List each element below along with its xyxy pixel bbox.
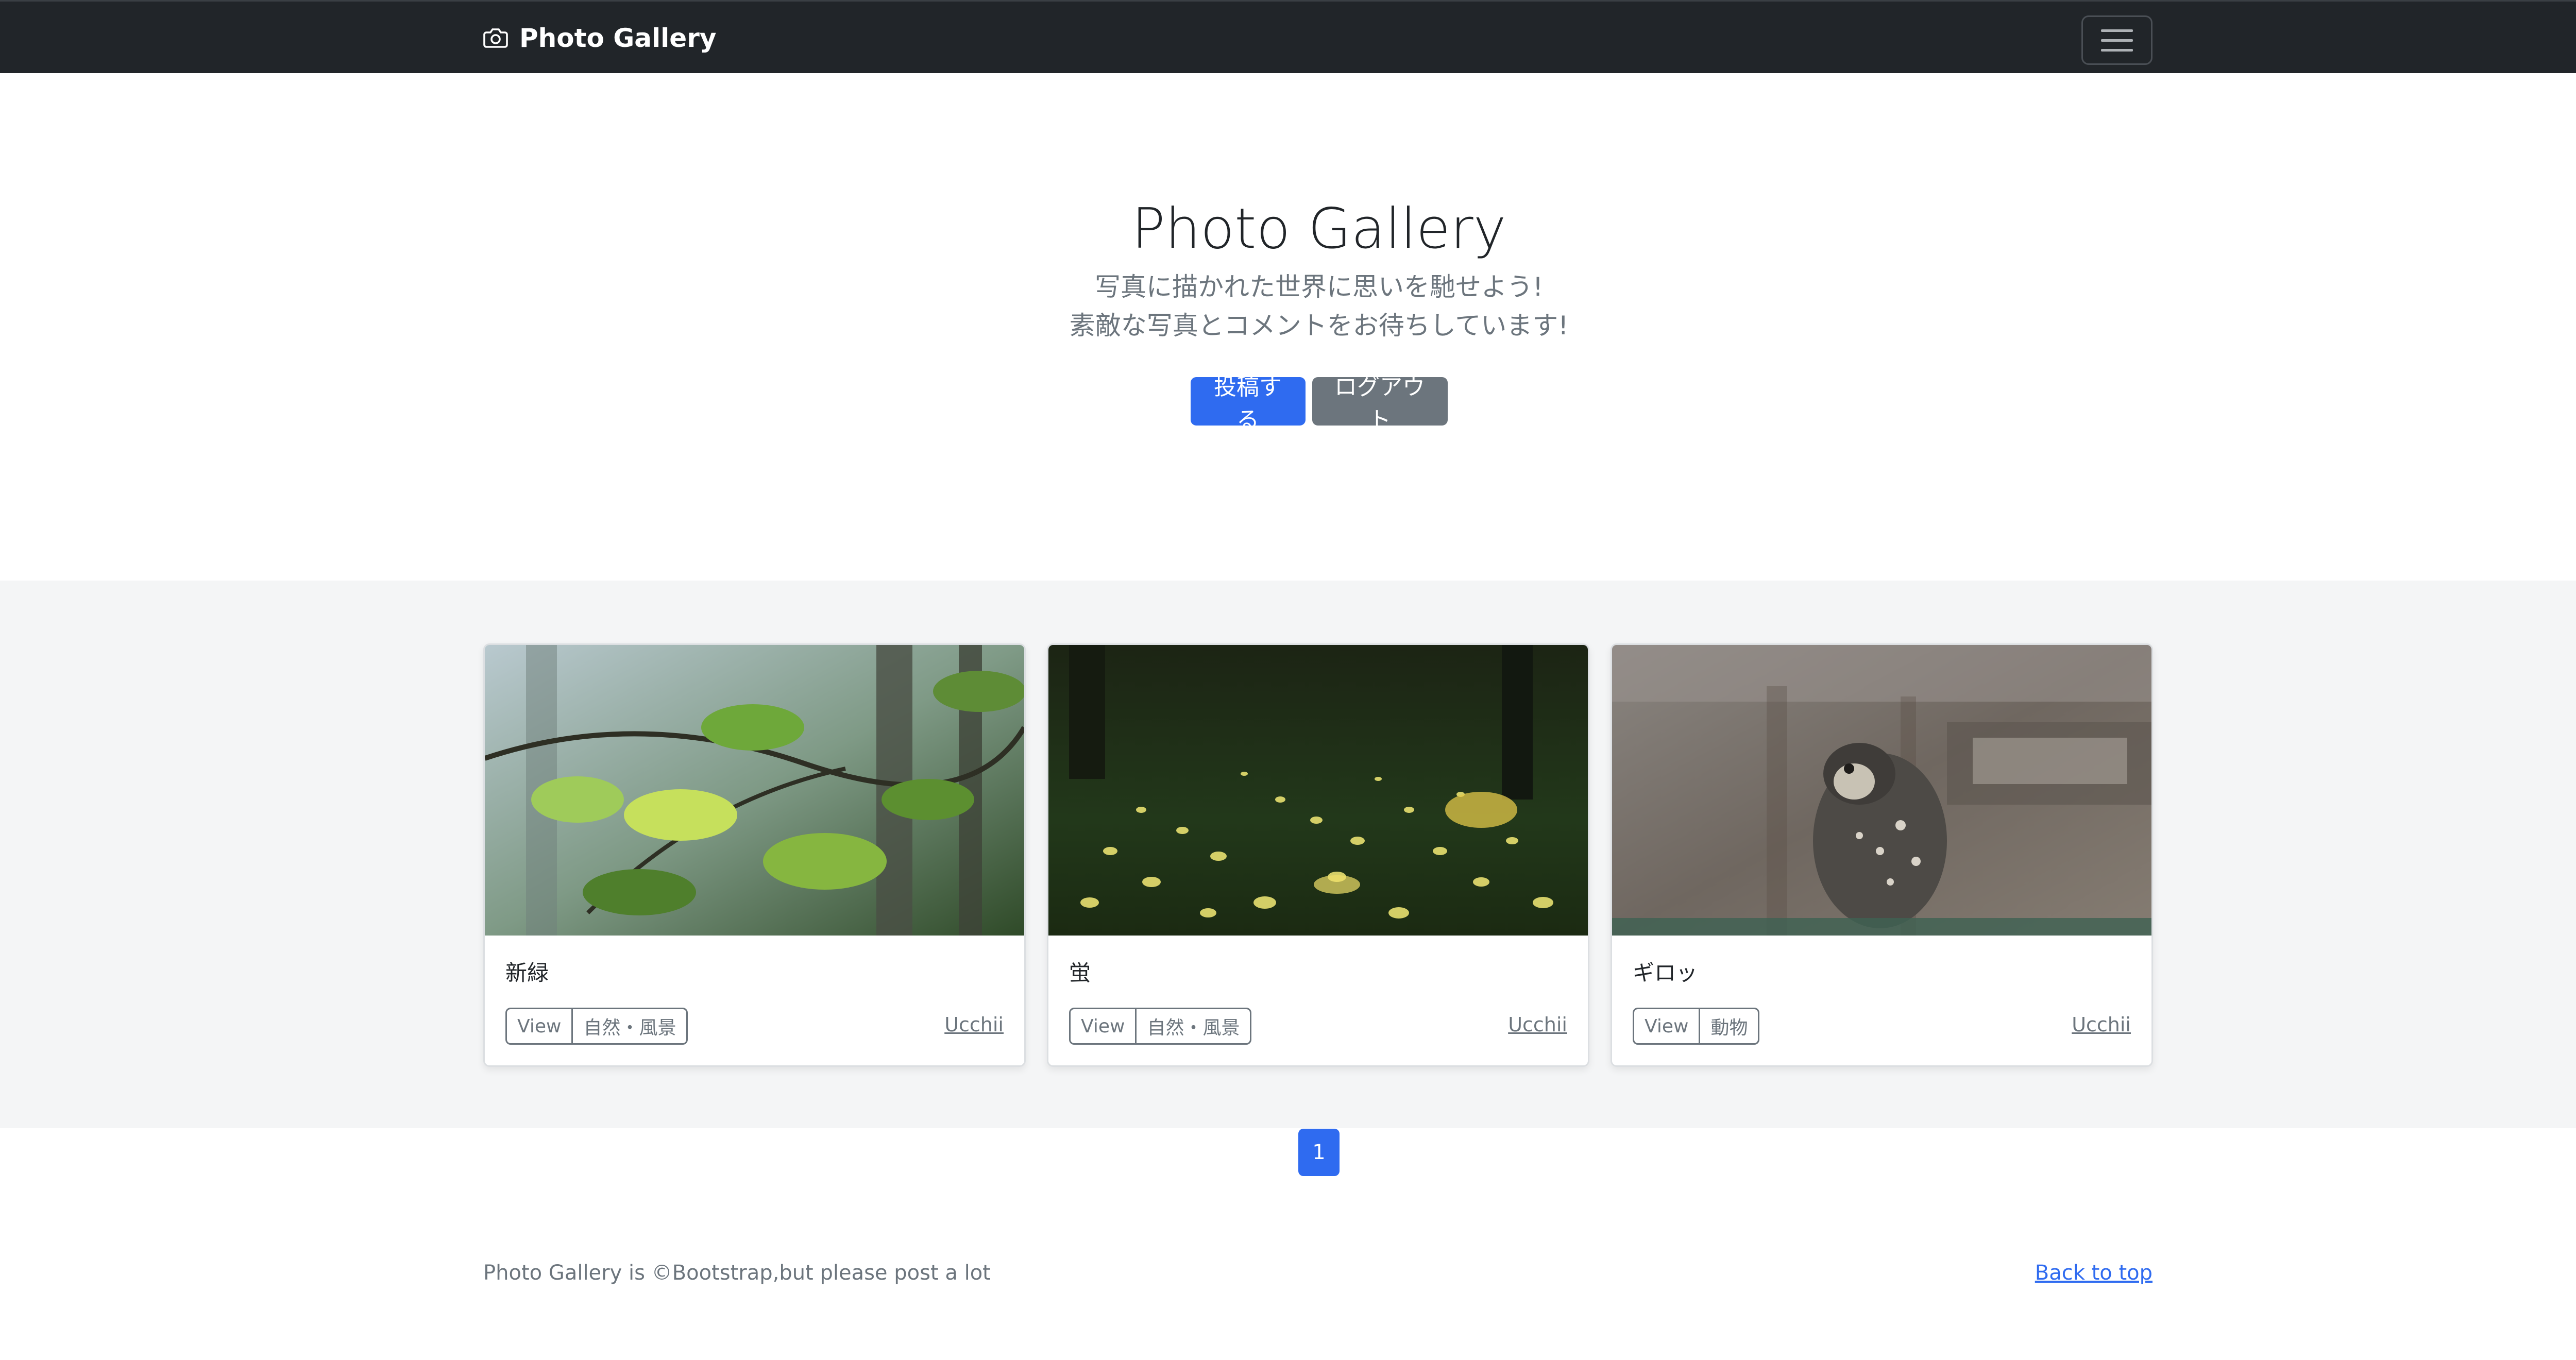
hero-lead: 写真に描かれた世界に思いを馳せよう! 素敵な写真とコメントをお待ちしています! [0, 268, 2576, 345]
card-title: 新緑 [505, 960, 549, 985]
footer-text: Photo Gallery is ©Bootstrap,but please p… [483, 1261, 991, 1285]
card-button-group: View 自然・風景 [505, 1008, 688, 1045]
hamburger-menu-icon [2101, 29, 2133, 32]
falcon-photo[interactable] [1612, 645, 2151, 936]
author-link[interactable]: Ucchii [1508, 1013, 1567, 1036]
hamburger-menu-icon [2101, 48, 2133, 52]
category-button[interactable]: 自然・風景 [1135, 1009, 1250, 1043]
brand-label: Photo Gallery [519, 23, 717, 53]
page-title: Photo Gallery [1131, 197, 1506, 261]
hero-section: Photo Gallery 写真に描かれた世界に思いを馳せよう! 素敵な写真とコ… [0, 73, 2576, 581]
forest-photo[interactable] [485, 645, 1024, 936]
hero-lead-line2: 素敵な写真とコメントをお待ちしています! [1069, 311, 1569, 341]
category-button[interactable]: 動物 [1699, 1009, 1758, 1043]
camera-icon [483, 27, 508, 49]
album-section: 新緑 View 自然・風景 Ucchii 蛍 View 自然・風景 Ucchii… [0, 581, 2576, 1128]
category-button[interactable]: 自然・風景 [571, 1009, 686, 1043]
card-button-group: View 動物 [1633, 1008, 1760, 1045]
hero-buttons: 投稿する ログアウト [0, 374, 2576, 433]
hero-lead-line1: 写真に描かれた世界に思いを馳せよう! [1094, 272, 1544, 302]
view-button[interactable]: View [507, 1009, 571, 1043]
photo-card: 新緑 View 自然・風景 Ucchii [483, 643, 1026, 1067]
post-button[interactable]: 投稿する [1190, 374, 1306, 433]
author-link[interactable]: Ucchii [944, 1013, 1004, 1036]
photo-card: 蛍 View 自然・風景 Ucchii [1047, 643, 1589, 1067]
navbar: Photo Gallery [0, 0, 2576, 73]
logout-button[interactable]: ログアウト [1312, 374, 1448, 433]
photo-card: ギロッ View 動物 Ucchii [1611, 643, 2153, 1067]
card-title: ギロッ [1633, 960, 1698, 985]
card-title: 蛍 [1069, 960, 1091, 985]
author-link[interactable]: Ucchii [2072, 1013, 2131, 1036]
view-button[interactable]: View [1071, 1009, 1135, 1043]
hamburger-menu-icon [2101, 39, 2133, 42]
view-button[interactable]: View [1634, 1009, 1699, 1043]
brand-link[interactable]: Photo Gallery [483, 21, 716, 55]
pagination-page-1[interactable]: 1 [1298, 1129, 1340, 1176]
fireflies-photo[interactable] [1048, 645, 1588, 936]
card-button-group: View 自然・風景 [1069, 1008, 1252, 1045]
back-to-top-link[interactable]: Back to top [2035, 1261, 2153, 1285]
navbar-toggler-button[interactable] [2081, 15, 2153, 65]
